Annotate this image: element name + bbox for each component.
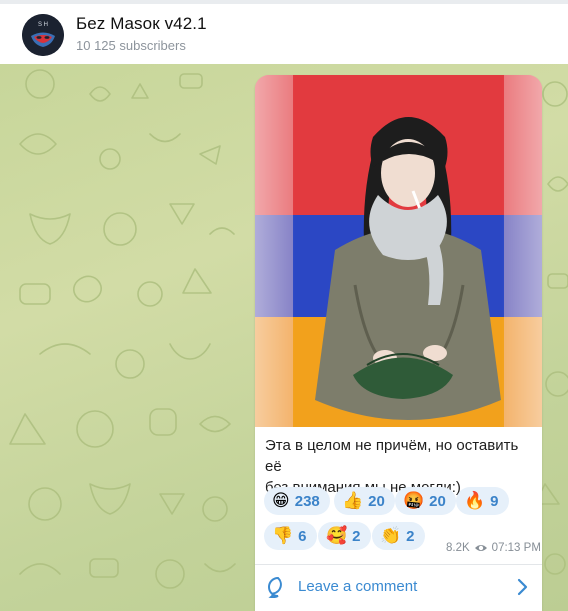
header-divider (0, 0, 568, 4)
reaction-clap[interactable]: 👏 2 (372, 522, 425, 550)
post-illustration[interactable] (255, 75, 542, 427)
comment-bubble-icon (268, 576, 282, 598)
reaction-angry[interactable]: 🤬 20 (395, 487, 456, 515)
reaction-count: 2 (352, 527, 361, 545)
reaction-grin[interactable]: 😁 238 (264, 487, 330, 515)
thumbs-down-emoji-icon: 👎 (272, 526, 294, 546)
thumbs-up-emoji-icon: 👍 (342, 491, 364, 511)
smiling-hearts-emoji-icon: 🥰 (326, 526, 348, 546)
channel-header: S H Бez Masoк v42.1 10 125 subscribers (0, 0, 568, 64)
avatar-letters: S H (38, 22, 48, 28)
armenian-flag-illustration (255, 75, 542, 427)
reaction-count: 9 (490, 492, 499, 510)
channel-title[interactable]: Бez Masoк v42.1 (76, 14, 207, 34)
fire-emoji-icon: 🔥 (464, 491, 486, 511)
reaction-count: 20 (368, 492, 385, 510)
reaction-count: 238 (294, 492, 320, 510)
mask-emblem-icon: S H (22, 14, 64, 56)
reaction-count: 6 (298, 527, 307, 545)
post-time: 07:13 PM (491, 542, 541, 554)
grin-emoji-icon: 😁 (272, 491, 290, 511)
subscriber-count: 10 125 subscribers (76, 38, 186, 53)
post-meta: 8.2K 07:13 PM (446, 542, 541, 554)
eye-icon (474, 545, 487, 551)
leave-comment-button[interactable]: Leave a comment (255, 565, 542, 611)
clap-emoji-icon: 👏 (380, 526, 402, 546)
chevron-right-icon (517, 578, 528, 596)
channel-avatar[interactable]: S H (22, 14, 64, 56)
reaction-fire[interactable]: 🔥 9 (456, 487, 509, 515)
reaction-count: 2 (406, 527, 415, 545)
comment-label: Leave a comment (298, 578, 418, 595)
view-count: 8.2K (446, 542, 470, 554)
reaction-smiling-hearts[interactable]: 🥰 2 (318, 522, 371, 550)
reaction-count: 20 (429, 492, 446, 510)
reaction-thumbs-down[interactable]: 👎 6 (264, 522, 317, 550)
reaction-thumbs-up[interactable]: 👍 20 (334, 487, 395, 515)
angry-emoji-icon: 🤬 (403, 491, 425, 511)
caption-line-1: Эта в целом не причём, но оставить её (265, 437, 519, 475)
